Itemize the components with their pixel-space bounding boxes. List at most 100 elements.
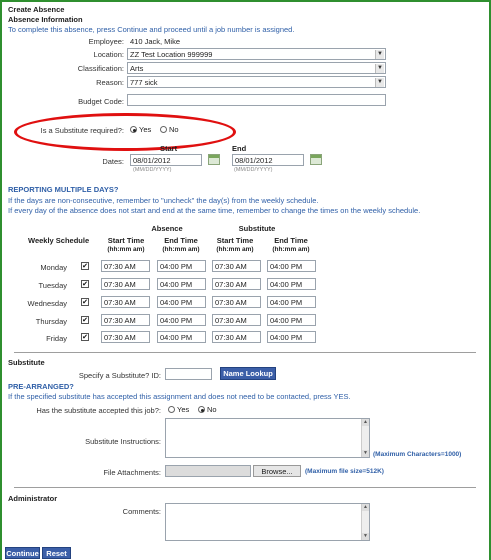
start-date-input[interactable]: 08/01/2012 xyxy=(130,154,202,166)
substitute-id-input[interactable] xyxy=(165,368,212,380)
scroll-down-icon[interactable]: ▼ xyxy=(362,450,369,457)
sub-start-input[interactable]: 07:30 AM xyxy=(212,260,261,272)
file-attachments-label: File Attachments: xyxy=(103,468,161,477)
scroll-up-icon[interactable]: ▲ xyxy=(362,419,369,426)
day-checkbox[interactable]: ✔ xyxy=(81,262,89,270)
chevron-down-icon: ▼ xyxy=(375,78,384,87)
end-date-heading: End xyxy=(232,144,247,153)
location-label: Location: xyxy=(93,50,124,59)
sub-start-input[interactable]: 07:30 AM xyxy=(212,331,261,343)
page-title: Create Absence xyxy=(8,5,65,14)
end-date-input[interactable]: 08/01/2012 xyxy=(232,154,304,166)
location-select-value: ZZ Test Location 999999 xyxy=(130,50,213,59)
chevron-down-icon: ▼ xyxy=(375,64,384,73)
day-checkbox[interactable]: ✔ xyxy=(81,316,89,324)
accepted-label: Has the substitute accepted this job?: xyxy=(36,406,161,415)
dates-label: Dates: xyxy=(102,157,124,166)
start-date-heading: Start xyxy=(160,144,178,153)
budget-code-input[interactable] xyxy=(127,94,386,106)
abs-end-input[interactable]: 04:00 PM xyxy=(157,296,206,308)
abs-end-input[interactable]: 04:00 PM xyxy=(157,278,206,290)
location-select[interactable]: ZZ Test Location 999999 ▼ xyxy=(127,48,386,60)
radio-selected-icon[interactable] xyxy=(198,406,205,413)
sub-end-input[interactable]: 04:00 PM xyxy=(267,314,316,326)
classification-select-value: Arts xyxy=(130,64,144,73)
time-hint: (hh:mm am) xyxy=(107,246,145,253)
accepted-no-label: No xyxy=(207,405,217,414)
calendar-icon[interactable] xyxy=(310,154,322,165)
sub-instructions-textarea[interactable]: ▲ ▼ xyxy=(165,418,370,458)
start-date-hint: (MM/DD/YYYY) xyxy=(133,167,172,173)
substitute-heading: Substitute xyxy=(8,358,45,367)
schedule-group-absence: Absence xyxy=(151,224,183,233)
budget-code-label: Budget Code: xyxy=(78,97,124,106)
accepted-yes-label: Yes xyxy=(177,405,190,414)
sub-end-input[interactable]: 04:00 PM xyxy=(267,260,316,272)
schedule-col-weekly: Weekly Schedule xyxy=(28,236,90,245)
employee-label: Employee: xyxy=(88,37,124,46)
section-divider xyxy=(14,352,476,353)
instructions-max-note: (Maximum Characters=1000) xyxy=(373,451,462,458)
schedule-col-abs-start: Start Time xyxy=(107,236,145,245)
chevron-down-icon: ▼ xyxy=(375,50,384,59)
day-checkbox[interactable]: ✔ xyxy=(81,280,89,288)
abs-end-input[interactable]: 04:00 PM xyxy=(157,260,206,272)
abs-start-input[interactable]: 07:30 AM xyxy=(101,314,150,326)
accepted-no-option[interactable]: No xyxy=(198,405,217,414)
day-checkbox[interactable]: ✔ xyxy=(81,333,89,341)
time-hint: (hh:mm am) xyxy=(162,246,200,253)
administrator-heading: Administrator xyxy=(8,494,58,503)
abs-end-input[interactable]: 04:00 PM xyxy=(157,314,206,326)
reason-select[interactable]: 777 sick ▼ xyxy=(127,76,386,88)
scroll-down-icon[interactable]: ▼ xyxy=(362,533,369,540)
accepted-yes-option[interactable]: Yes xyxy=(168,405,189,414)
employee-value: 410 Jack, Mike xyxy=(130,37,181,46)
file-path-input[interactable] xyxy=(165,465,251,477)
reset-button[interactable]: Reset xyxy=(42,547,71,559)
scroll-up-icon[interactable]: ▲ xyxy=(362,504,369,511)
comments-textarea[interactable]: ▲ ▼ xyxy=(165,503,370,541)
classification-select[interactable]: Arts ▼ xyxy=(127,62,386,74)
absence-info-heading: Absence Information xyxy=(8,15,83,24)
end-date-hint: (MM/DD/YYYY) xyxy=(234,167,273,173)
day-label: Friday xyxy=(46,334,67,343)
schedule-col-sub-end: End Time xyxy=(274,236,308,245)
sub-end-input[interactable]: 04:00 PM xyxy=(267,278,316,290)
section-divider xyxy=(14,487,476,488)
attachments-max-note: (Maximum file size=512K) xyxy=(305,468,384,475)
multiple-days-heading: REPORTING MULTIPLE DAYS? xyxy=(8,185,119,194)
schedule-group-substitute: Substitute xyxy=(238,224,276,233)
reason-label: Reason: xyxy=(96,78,124,87)
multiple-days-line2: If every day of the absence does not sta… xyxy=(8,206,421,215)
sub-end-input[interactable]: 04:00 PM xyxy=(267,331,316,343)
sub-start-input[interactable]: 07:30 AM xyxy=(212,314,261,326)
time-hint: (hh:mm am) xyxy=(272,246,310,253)
abs-start-input[interactable]: 07:30 AM xyxy=(101,296,150,308)
day-checkbox[interactable]: ✔ xyxy=(81,298,89,306)
abs-end-input[interactable]: 04:00 PM xyxy=(157,331,206,343)
schedule-col-abs-end: End Time xyxy=(164,236,198,245)
scrollbar[interactable]: ▲ ▼ xyxy=(361,504,369,540)
scrollbar[interactable]: ▲ ▼ xyxy=(361,419,369,457)
sub-end-input[interactable]: 04:00 PM xyxy=(267,296,316,308)
day-label: Monday xyxy=(40,263,67,272)
sub-start-input[interactable]: 07:30 AM xyxy=(212,278,261,290)
time-hint: (hh:mm am) xyxy=(216,246,254,253)
browse-button[interactable]: Browse... xyxy=(253,465,301,477)
absence-instructions: To complete this absence, press Continue… xyxy=(8,25,295,34)
name-lookup-button[interactable]: Name Lookup xyxy=(220,367,276,380)
multiple-days-line1: If the days are non-consecutive, remembe… xyxy=(8,196,319,205)
abs-start-input[interactable]: 07:30 AM xyxy=(101,278,150,290)
abs-start-input[interactable]: 07:30 AM xyxy=(101,260,150,272)
day-label: Thursday xyxy=(35,317,67,326)
radio-unselected-icon[interactable] xyxy=(168,406,175,413)
sub-instructions-label: Substitute Instructions: xyxy=(85,437,161,446)
continue-button[interactable]: Continue xyxy=(5,547,40,559)
reason-select-value: 777 sick xyxy=(130,78,158,87)
abs-start-input[interactable]: 07:30 AM xyxy=(101,331,150,343)
prearranged-text: If the specified substitute has accepted… xyxy=(8,392,351,401)
sub-start-input[interactable]: 07:30 AM xyxy=(212,296,261,308)
day-label: Wednesday xyxy=(27,299,67,308)
specify-substitute-label: Specify a Substitute? ID: xyxy=(78,371,161,380)
calendar-icon[interactable] xyxy=(208,154,220,165)
